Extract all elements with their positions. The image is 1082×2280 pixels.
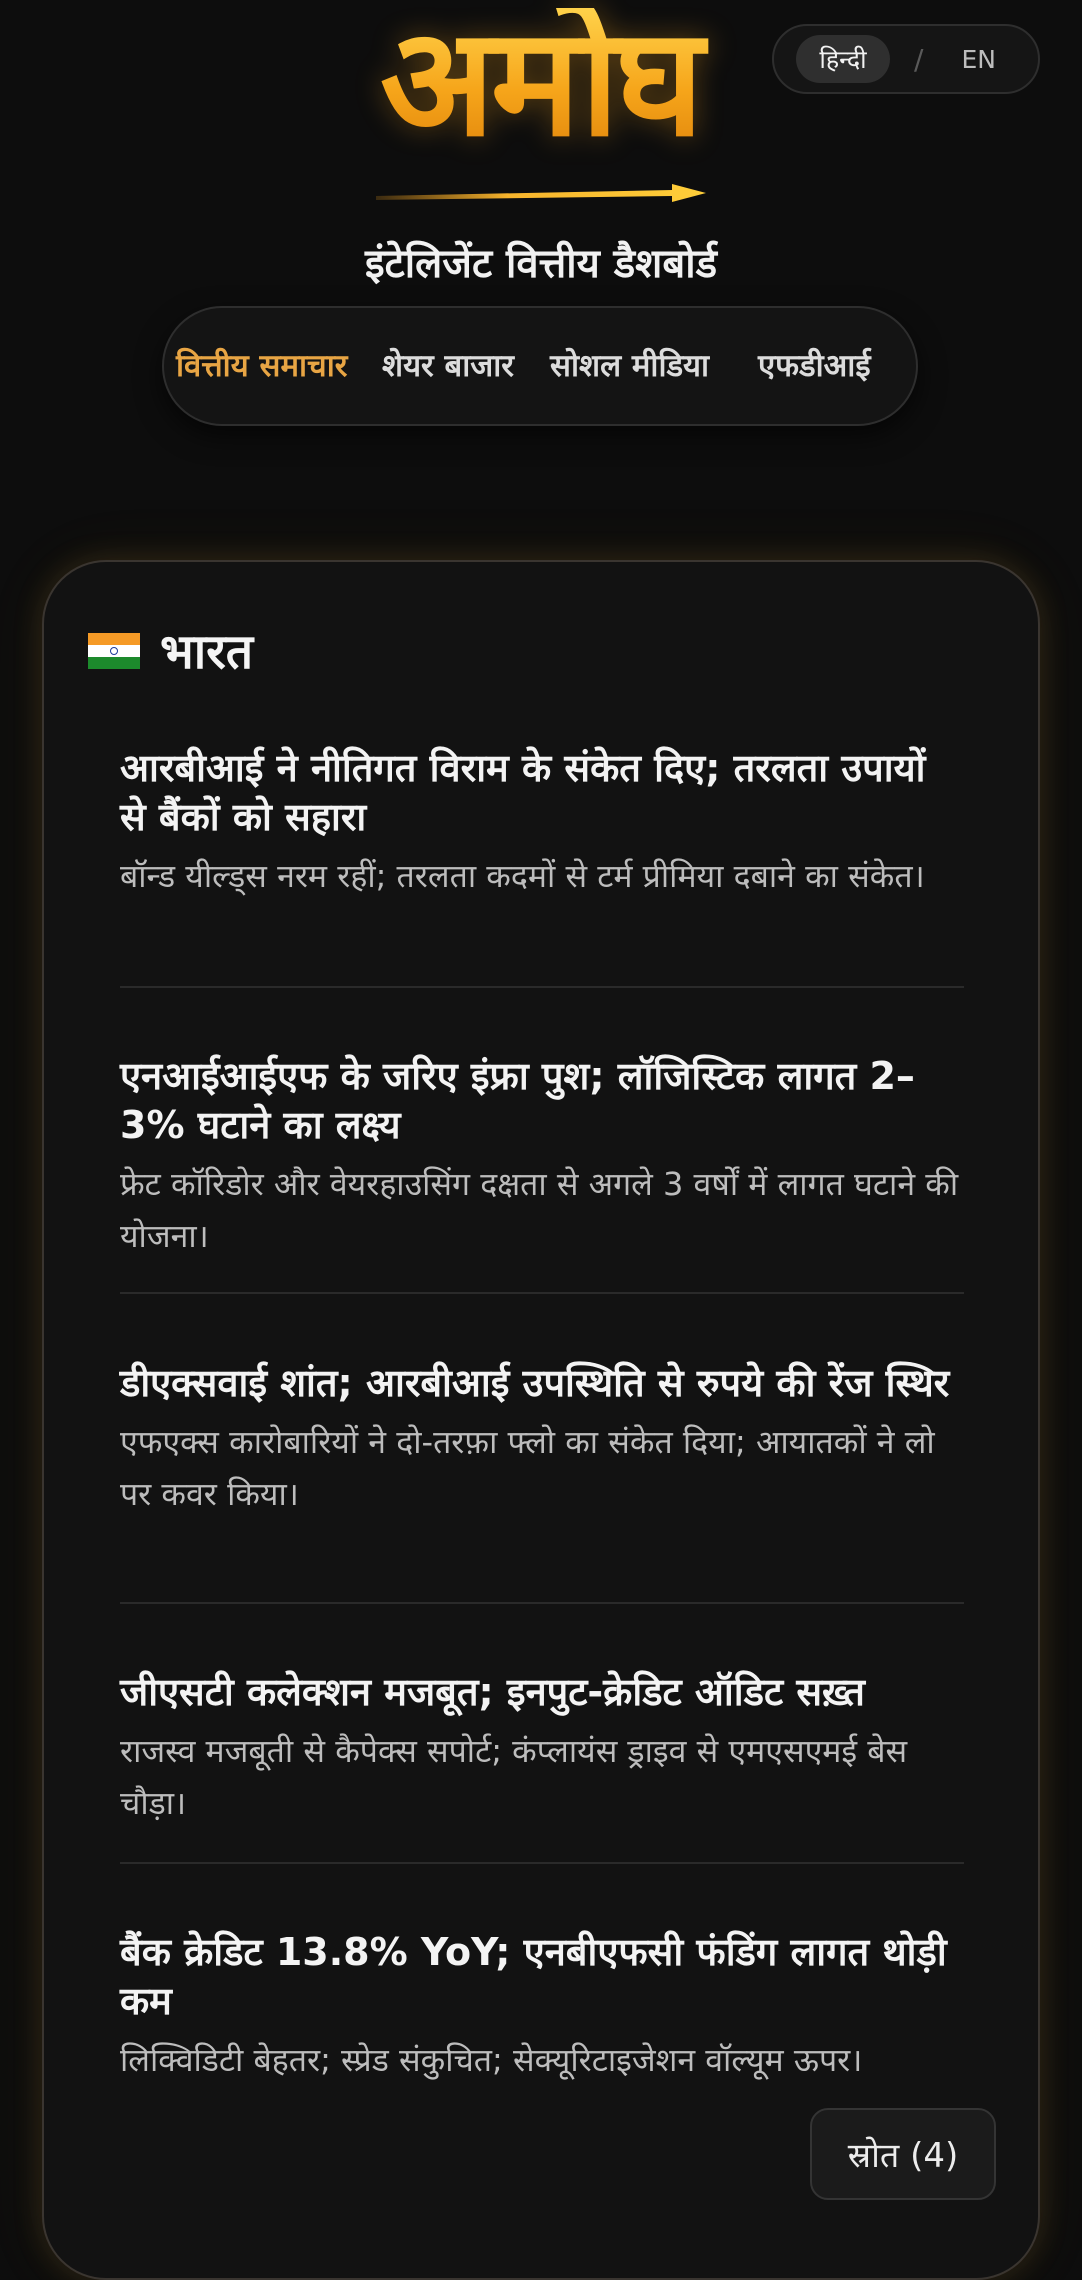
news-summary: बॉन्ड यील्ड्स नरम रहीं; तरलता कदमों से ट… bbox=[120, 857, 925, 895]
news-summary: राजस्व मजबूती से कैपेक्स सपोर्ट; कंप्लाय… bbox=[120, 1732, 908, 1822]
language-separator: / bbox=[914, 42, 924, 76]
language-option-english[interactable]: EN bbox=[961, 45, 996, 74]
news-headline[interactable]: जीएसटी कलेक्शन मजबूत; इनपुट-क्रेडिट ऑडिट… bbox=[120, 1668, 964, 1717]
logo-arrow-icon bbox=[376, 184, 706, 202]
region-title: भारत bbox=[160, 624, 254, 680]
news-summary: फ्रेट कॉरिडोर और वेयरहाउसिंग दक्षता से अ… bbox=[120, 1165, 959, 1255]
tab-financial-news[interactable]: वित्तीय समाचार bbox=[176, 308, 347, 424]
brand-logo: अमोघ bbox=[370, 8, 710, 212]
logo-text: अमोघ bbox=[370, 8, 710, 158]
tab-stock-market[interactable]: शेयर बाजार bbox=[382, 308, 514, 424]
news-headline[interactable]: आरबीआई ने नीतिगत विराम के संकेत दिए; तरल… bbox=[120, 744, 964, 842]
india-flag-icon bbox=[88, 632, 140, 669]
language-toggle[interactable]: हिन्दी / EN bbox=[772, 24, 1040, 94]
news-divider bbox=[120, 1602, 964, 1604]
region-header: भारत bbox=[88, 618, 253, 683]
news-divider bbox=[120, 986, 964, 988]
news-headline[interactable]: डीएक्सवाई शांत; आरबीआई उपस्थिति से रुपये… bbox=[120, 1359, 964, 1408]
tab-social-media[interactable]: सोशल मीडिया bbox=[550, 308, 709, 424]
news-divider bbox=[120, 1862, 964, 1864]
main-navigation: वित्तीय समाचार शेयर बाजार सोशल मीडिया एफ… bbox=[162, 306, 918, 426]
news-headline[interactable]: एनआईआईएफ के जरिए इंफ्रा पुश; लॉजिस्टिक ल… bbox=[120, 1052, 964, 1150]
tab-fdi[interactable]: एफडीआई bbox=[758, 308, 871, 424]
news-panel: भारत आरबीआई ने नीतिगत विराम के संकेत दिए… bbox=[42, 560, 1040, 2280]
news-divider bbox=[120, 1292, 964, 1294]
news-headline[interactable]: बैंक क्रेडिट 13.8% YoY; एनबीएफसी फंडिंग … bbox=[120, 1928, 964, 2026]
news-item[interactable]: जीएसटी कलेक्शन मजबूत; इनपुट-क्रेडिट ऑडिट… bbox=[120, 1668, 964, 1829]
news-summary: एफएक्स कारोबारियों ने दो-तरफ़ा फ्लो का स… bbox=[120, 1423, 935, 1513]
language-option-hindi[interactable]: हिन्दी bbox=[796, 35, 890, 83]
news-item[interactable]: एनआईआईएफ के जरिए इंफ्रा पुश; लॉजिस्टिक ल… bbox=[120, 1052, 964, 1262]
news-summary: लिक्विडिटी बेहतर; स्प्रेड संकुचित; सेक्य… bbox=[120, 2041, 863, 2079]
sources-button[interactable]: स्रोत (4) bbox=[810, 2108, 996, 2200]
dashboard-subtitle: इंटेलिजेंट वित्तीय डैशबोर्ड bbox=[365, 241, 717, 287]
news-item[interactable]: बैंक क्रेडिट 13.8% YoY; एनबीएफसी फंडिंग … bbox=[120, 1928, 964, 2086]
news-item[interactable]: आरबीआई ने नीतिगत विराम के संकेत दिए; तरल… bbox=[120, 744, 964, 902]
news-item[interactable]: डीएक्सवाई शांत; आरबीआई उपस्थिति से रुपये… bbox=[120, 1359, 964, 1520]
